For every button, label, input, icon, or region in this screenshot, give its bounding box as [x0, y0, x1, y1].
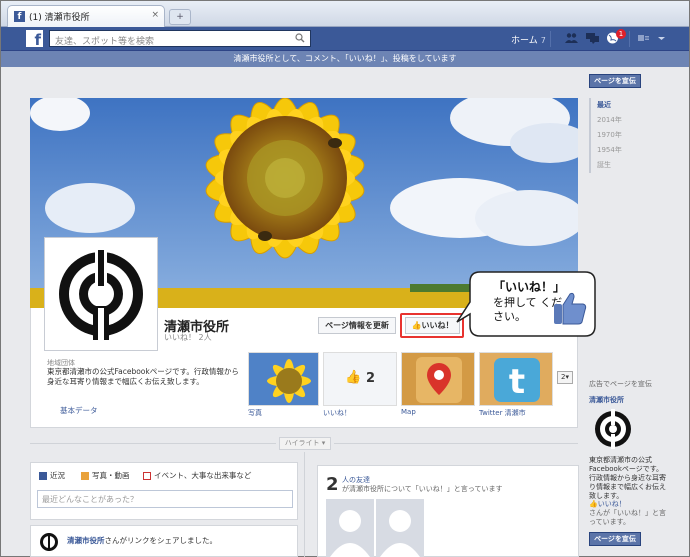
timeline-item-2014[interactable]: 2014年: [597, 113, 622, 128]
tab-status-label: 近況: [50, 471, 65, 480]
twitter-tile-label[interactable]: Twitter 清瀬市: [479, 408, 526, 418]
likes-tile-count: 2: [366, 371, 376, 386]
tab-life-event[interactable]: イベント、大事な出来事など: [143, 470, 251, 481]
tab-photo-label: 写真・動画: [92, 471, 130, 480]
basic-data-link[interactable]: 基本データ: [60, 405, 98, 416]
friends-who-like-card: 2 人の友達 が清瀬市役所について「いいね！」と言っています: [317, 465, 579, 557]
status-input[interactable]: 最近どんなことがあった？: [37, 490, 293, 508]
facebook-logo-icon[interactable]: f: [26, 30, 43, 47]
messages-icon[interactable]: [586, 32, 599, 44]
photos-tile[interactable]: [248, 352, 319, 406]
post-action-text: さんがリンクをシェアしました。: [104, 536, 218, 545]
kiyose-emblem-icon: [40, 533, 58, 551]
search-placeholder: 友達、スポット等を検索: [55, 37, 155, 47]
tab-close-icon[interactable]: ×: [151, 10, 159, 20]
tab-life-event-label: イベント、大事な出来事など: [154, 471, 252, 480]
page-like-count: いいね！ 2人: [164, 333, 212, 342]
divider: [30, 443, 276, 444]
ad-page-name[interactable]: 清瀬市役所: [589, 395, 624, 405]
timeline-post: 清瀬市役所さんがリンクをシェアしました。: [30, 525, 298, 557]
default-avatar-icon: [376, 499, 424, 557]
acting-as-notice: 清瀬市役所として、コメント、「いいね！」、投稿をしています: [1, 51, 689, 67]
post-header: 清瀬市役所さんがリンクをシェアしました。: [67, 535, 217, 546]
browser-tab-strip: f (1) 清瀬市役所 × +: [1, 1, 689, 27]
promote-page-button[interactable]: ページを宣伝: [589, 74, 641, 88]
facebook-topbar: f 友達、スポット等を検索 ホーム 7 1: [1, 27, 689, 51]
search-input[interactable]: 友達、スポット等を検索: [49, 30, 311, 47]
default-avatar-icon: [326, 499, 374, 557]
timeline-item-1954[interactable]: 1954年: [597, 143, 622, 158]
highlights-dropdown[interactable]: ハイライト ▾: [279, 437, 331, 450]
browser-tab[interactable]: f (1) 清瀬市役所 ×: [7, 5, 165, 27]
page-description: 東京都清瀬市の公式Facebookページです。行政情報から身近な耳寄り情報まで幅…: [47, 367, 239, 386]
map-tile-label[interactable]: Map: [401, 408, 416, 416]
account-switch-icon[interactable]: [637, 32, 650, 44]
twitter-tile[interactable]: t: [479, 352, 553, 406]
home-count: 7: [540, 36, 546, 45]
ad-like-link[interactable]: 👍いいね！: [589, 500, 626, 508]
ad-like-text: さんが「いいね！」と言っています。: [589, 509, 666, 526]
tab-status[interactable]: 近況: [39, 470, 65, 481]
update-page-info-button[interactable]: ページ情報を更新: [318, 317, 396, 334]
more-tiles-dropdown[interactable]: 2▾: [557, 371, 573, 384]
friend-requests-icon[interactable]: [565, 32, 578, 44]
calendar-icon: [143, 471, 151, 480]
tab-photo-video[interactable]: 写真・動画: [81, 470, 130, 481]
ad-emblem-icon[interactable]: [593, 407, 633, 451]
friend-avatar[interactable]: [376, 499, 424, 557]
new-tab-button[interactable]: +: [169, 9, 191, 25]
ad-like-link-label: いいね！: [597, 500, 626, 508]
facebook-favicon-icon: f: [14, 11, 25, 22]
photos-tile-label[interactable]: 写真: [248, 408, 262, 418]
ad-promote-page-button[interactable]: ページを宣伝: [589, 532, 641, 546]
timeline-item-1970[interactable]: 1970年: [597, 128, 622, 143]
timeline-spine: [304, 452, 305, 557]
pencil-icon: [39, 471, 47, 480]
kiyose-city-emblem-icon: [59, 247, 143, 340]
divider: [629, 31, 630, 47]
tab-title: (1) 清瀬市役所: [29, 13, 90, 23]
thumbs-up-icon: 👍: [345, 370, 362, 385]
likes-tile-label[interactable]: いいね！: [323, 408, 351, 418]
thumbs-up-icon: [554, 292, 587, 325]
timeline-item-recent[interactable]: 最近: [597, 98, 622, 113]
ad-heading: 広告でページを宣伝: [589, 380, 652, 388]
twitter-icon: t: [480, 353, 552, 405]
chevron-down-icon[interactable]: [655, 32, 668, 44]
status-composer: 近況 写真・動画 イベント、大事な出来事など 最近どんなことがあった？: [30, 462, 298, 520]
more-tiles-count: 2: [561, 373, 566, 381]
likes-tile[interactable]: 👍 2: [323, 352, 397, 406]
post-actor-link[interactable]: 清瀬市役所: [67, 536, 105, 545]
timeline-item-born[interactable]: 誕生: [597, 158, 622, 173]
ad-description: 東京都清瀬市の公式Facebookページです。行政情報から身近な耳寄り情報まで幅…: [589, 456, 666, 500]
ad-like-line: 👍いいね！ さんが「いいね！」と言っています。: [589, 500, 669, 527]
friend-avatar[interactable]: [326, 499, 374, 557]
divider: [550, 31, 551, 47]
home-label: ホーム: [511, 36, 538, 46]
map-pin-icon: [402, 353, 474, 405]
notification-badge: 1: [616, 29, 626, 39]
photo-icon: [81, 471, 89, 480]
svg-text:t: t: [509, 362, 525, 402]
search-icon[interactable]: [295, 33, 305, 43]
friends-subtitle: が清瀬市役所について「いいね！」と言っています: [342, 485, 503, 493]
friends-count: 2: [326, 474, 339, 495]
divider: [334, 443, 578, 444]
profile-picture[interactable]: [44, 237, 158, 351]
map-tile[interactable]: [401, 352, 475, 406]
timeline-year-nav: 最近 2014年 1970年 1954年 誕生: [589, 98, 622, 173]
home-link[interactable]: ホーム 7: [511, 33, 546, 46]
photos-thumbnail: [249, 353, 318, 405]
